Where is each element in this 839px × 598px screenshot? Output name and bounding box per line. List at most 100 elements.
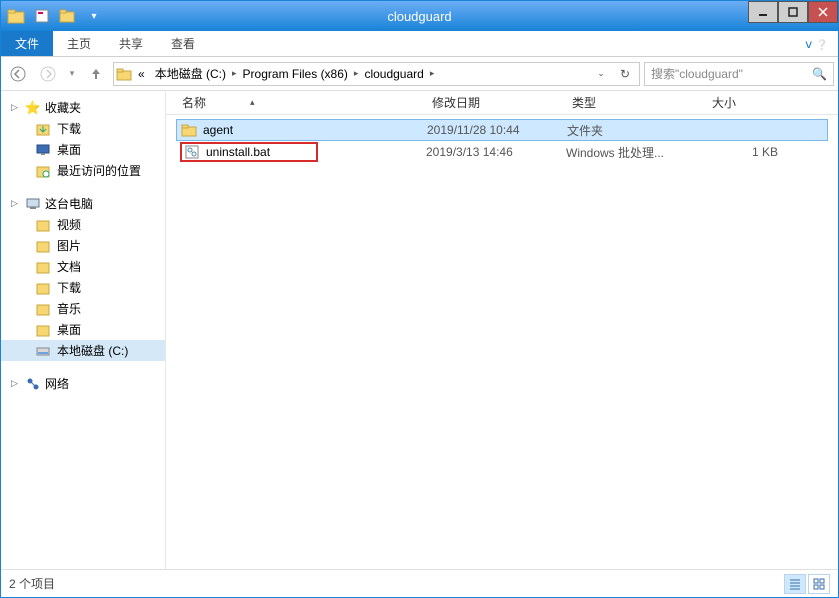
main-area: ▷ ⭐ 收藏夹 下载 桌面 最近访问的位置 ▷ 这台电脑 视频 图片 文档 下载… bbox=[1, 91, 838, 569]
column-headers: 名称 ▴ 修改日期 类型 大小 bbox=[166, 91, 838, 115]
sidebar-item-documents[interactable]: 文档 bbox=[1, 256, 165, 277]
recent-dropdown[interactable]: ▾ bbox=[65, 61, 79, 87]
file-date: 2019/3/13 14:46 bbox=[426, 145, 566, 159]
details-view-button[interactable] bbox=[784, 574, 806, 594]
file-size: 1 KB bbox=[706, 145, 778, 159]
item-count: 2 个项目 bbox=[9, 575, 55, 592]
sidebar-item-label: 图片 bbox=[57, 237, 81, 254]
sidebar-group-label: 网络 bbox=[45, 375, 69, 392]
column-date[interactable]: 修改日期 bbox=[424, 94, 564, 111]
sort-asc-icon: ▴ bbox=[250, 97, 255, 108]
breadcrumb-segment[interactable]: Program Files (x86) bbox=[239, 65, 352, 83]
navigation-bar: ▾ « 本地磁盘 (C:) ▸ Program Files (x86) ▸ cl… bbox=[1, 57, 838, 91]
maximize-button[interactable] bbox=[778, 1, 808, 23]
desktop-icon bbox=[35, 322, 51, 338]
column-label: 名称 bbox=[182, 94, 206, 111]
file-name: agent bbox=[203, 123, 233, 137]
sidebar-group-label: 这台电脑 bbox=[45, 195, 93, 212]
window-title: cloudguard bbox=[387, 9, 451, 24]
share-tab[interactable]: 共享 bbox=[105, 31, 157, 56]
title-bar: ▾ cloudguard bbox=[1, 1, 838, 31]
collapse-icon: ▷ bbox=[11, 102, 21, 113]
breadcrumb-segment[interactable]: 本地磁盘 (C:) bbox=[151, 63, 230, 84]
collapse-icon: ▷ bbox=[11, 378, 21, 389]
navigation-pane: ▷ ⭐ 收藏夹 下载 桌面 最近访问的位置 ▷ 这台电脑 视频 图片 文档 下载… bbox=[1, 91, 166, 569]
sidebar-item-downloads[interactable]: 下载 bbox=[1, 118, 165, 139]
file-tab[interactable]: 文件 bbox=[1, 31, 53, 56]
star-icon: ⭐ bbox=[25, 100, 41, 116]
sidebar-item-recent[interactable]: 最近访问的位置 bbox=[1, 160, 165, 181]
column-name[interactable]: 名称 ▴ bbox=[166, 94, 424, 111]
network-icon bbox=[25, 376, 41, 392]
new-folder-icon[interactable] bbox=[57, 5, 79, 27]
chevron-right-icon[interactable]: ▸ bbox=[354, 68, 359, 79]
desktop-icon bbox=[35, 142, 51, 158]
sidebar-thispc[interactable]: ▷ 这台电脑 bbox=[1, 193, 165, 214]
close-button[interactable] bbox=[808, 1, 838, 23]
folder-app-icon bbox=[5, 5, 27, 27]
up-button[interactable] bbox=[83, 61, 109, 87]
sidebar-item-desktop[interactable]: 桌面 bbox=[1, 139, 165, 160]
chevron-right-icon[interactable]: ▸ bbox=[232, 68, 237, 79]
search-input[interactable]: 搜索"cloudguard" 🔍 bbox=[644, 62, 834, 86]
sidebar-group-label: 收藏夹 bbox=[45, 99, 81, 116]
sidebar-item-desktop2[interactable]: 桌面 bbox=[1, 319, 165, 340]
documents-icon bbox=[35, 259, 51, 275]
sidebar-item-downloads2[interactable]: 下载 bbox=[1, 277, 165, 298]
icons-view-button[interactable] bbox=[808, 574, 830, 594]
sidebar-item-label: 桌面 bbox=[57, 141, 81, 158]
search-icon[interactable]: 🔍 bbox=[812, 67, 827, 81]
recent-icon bbox=[35, 163, 51, 179]
sidebar-network[interactable]: ▷ 网络 bbox=[1, 373, 165, 394]
music-icon bbox=[35, 301, 51, 317]
status-bar: 2 个项目 bbox=[1, 569, 838, 597]
refresh-icon[interactable]: ↻ bbox=[613, 67, 637, 81]
download-icon bbox=[35, 121, 51, 137]
sidebar-item-label: 最近访问的位置 bbox=[57, 162, 141, 179]
folder-icon bbox=[116, 66, 132, 82]
file-row[interactable]: agent 2019/11/28 10:44 文件夹 bbox=[176, 119, 828, 141]
bat-file-icon bbox=[184, 144, 200, 160]
ribbon-expand-dropdown[interactable]: ⅴ ❔ bbox=[795, 37, 838, 51]
computer-icon bbox=[25, 196, 41, 212]
sidebar-item-pictures[interactable]: 图片 bbox=[1, 235, 165, 256]
annotation-highlight: uninstall.bat bbox=[180, 142, 318, 162]
file-name: uninstall.bat bbox=[206, 145, 270, 159]
search-placeholder: 搜索"cloudguard" bbox=[651, 65, 743, 82]
back-button[interactable] bbox=[5, 61, 31, 87]
minimize-button[interactable] bbox=[748, 1, 778, 23]
file-type: 文件夹 bbox=[567, 122, 707, 139]
breadcrumb-prefix[interactable]: « bbox=[134, 65, 149, 83]
window-controls bbox=[748, 1, 838, 23]
breadcrumb-segment[interactable]: cloudguard bbox=[360, 65, 427, 83]
sidebar-item-label: 桌面 bbox=[57, 321, 81, 338]
column-size[interactable]: 大小 bbox=[704, 94, 784, 111]
qat-dropdown-icon[interactable]: ▾ bbox=[83, 5, 105, 27]
sidebar-item-label: 下载 bbox=[57, 120, 81, 137]
quick-access-toolbar: ▾ bbox=[1, 5, 109, 27]
sidebar-item-label: 视频 bbox=[57, 216, 81, 233]
file-date: 2019/11/28 10:44 bbox=[427, 123, 567, 137]
forward-button[interactable] bbox=[35, 61, 61, 87]
file-row[interactable]: uninstall.bat 2019/3/13 14:46 Windows 批处… bbox=[176, 141, 828, 163]
sidebar-item-label: 音乐 bbox=[57, 300, 81, 317]
view-toggles bbox=[784, 574, 830, 594]
column-type[interactable]: 类型 bbox=[564, 94, 704, 111]
file-type: Windows 批处理... bbox=[566, 144, 706, 161]
breadcrumb-label: cloudguard bbox=[364, 67, 423, 81]
sidebar-favorites[interactable]: ▷ ⭐ 收藏夹 bbox=[1, 97, 165, 118]
sidebar-item-music[interactable]: 音乐 bbox=[1, 298, 165, 319]
home-tab[interactable]: 主页 bbox=[53, 31, 105, 56]
collapse-icon: ▷ bbox=[11, 198, 21, 209]
address-dropdown-icon[interactable]: ⌄ bbox=[589, 68, 613, 79]
ribbon-tabs: 文件 主页 共享 查看 ⅴ ❔ bbox=[1, 31, 838, 57]
chevron-right-icon[interactable]: ▸ bbox=[430, 68, 435, 79]
pictures-icon bbox=[35, 238, 51, 254]
download-icon bbox=[35, 280, 51, 296]
address-bar[interactable]: « 本地磁盘 (C:) ▸ Program Files (x86) ▸ clou… bbox=[113, 62, 640, 86]
sidebar-item-drive-c[interactable]: 本地磁盘 (C:) bbox=[1, 340, 165, 361]
view-tab[interactable]: 查看 bbox=[157, 31, 209, 56]
sidebar-item-videos[interactable]: 视频 bbox=[1, 214, 165, 235]
properties-icon[interactable] bbox=[31, 5, 53, 27]
breadcrumb-label: Program Files (x86) bbox=[243, 67, 348, 81]
